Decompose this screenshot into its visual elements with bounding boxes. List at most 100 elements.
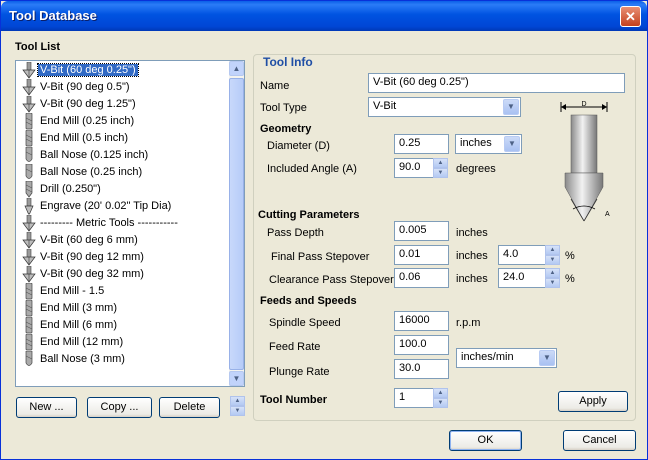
spin-down-icon[interactable]: ▼ xyxy=(545,278,560,288)
scroll-up-button[interactable]: ▲ xyxy=(229,61,244,76)
tool-list-item[interactable]: V-Bit (90 deg 0.5") xyxy=(18,78,230,96)
tool-list-item[interactable]: V-Bit (90 deg 32 mm) xyxy=(18,265,230,283)
scroll-thumb[interactable] xyxy=(229,78,244,370)
tool-list-item[interactable]: V-Bit (90 deg 12 mm) xyxy=(18,248,230,266)
clearance-pass-percent-spinner[interactable]: ▲ ▼ xyxy=(545,268,560,288)
title-bar[interactable]: Tool Database ✕ xyxy=(1,1,647,31)
tool-list-scrollbar[interactable]: ▲ ▼ xyxy=(229,61,244,386)
tool-list-item[interactable]: V-Bit (90 deg 1.25") xyxy=(18,95,230,113)
tool-list-item-label: V-Bit (60 deg 6 mm) xyxy=(40,234,138,246)
name-label: Name xyxy=(260,80,290,92)
rate-unit-value: inches/min xyxy=(461,351,514,363)
diameter-label: Diameter (D) xyxy=(267,140,330,152)
tool-type-label: Tool Type xyxy=(260,102,307,114)
tool-list-item[interactable]: V-Bit (60 deg 6 mm) xyxy=(18,231,230,249)
diagram-d-label: D xyxy=(581,101,586,108)
tool-info-label: Tool Info xyxy=(261,55,315,69)
pass-depth-unit: inches xyxy=(456,227,488,239)
tool-list-item-label: V-Bit (90 deg 0.5") xyxy=(40,81,130,93)
spin-up-icon[interactable]: ▲ xyxy=(433,388,448,398)
tool-list-item-label: --------- Metric Tools ----------- xyxy=(40,217,178,229)
diameter-unit-value: inches xyxy=(460,137,492,149)
tool-list-item[interactable]: V-Bit (60 deg 0.25") xyxy=(18,61,230,79)
tool-name-input[interactable]: V-Bit (60 deg 0.25") xyxy=(368,73,625,93)
new-tool-button[interactable]: New ... xyxy=(16,397,77,418)
tool-list-item-label: Drill (0.250") xyxy=(40,183,101,195)
tool-number-input[interactable]: 1 xyxy=(394,388,434,408)
diameter-unit-select[interactable]: inches ▼ xyxy=(455,134,522,154)
tool-list-item[interactable]: End Mill (12 mm) xyxy=(18,333,230,351)
apply-button[interactable]: Apply xyxy=(558,391,628,412)
tool-list[interactable]: V-Bit (60 deg 0.25") V-Bit (90 deg 0.5") V… xyxy=(15,60,245,387)
tool-list-item[interactable]: Engrave (20' 0.02" Tip Dia) xyxy=(18,197,230,215)
chevron-down-icon[interactable]: ▼ xyxy=(539,350,555,366)
included-angle-input[interactable]: 90.0 xyxy=(394,158,434,178)
clearance-pass-percent-sign: % xyxy=(565,273,575,285)
included-angle-spinner[interactable]: ▲ ▼ xyxy=(433,158,448,178)
window-title: Tool Database xyxy=(9,8,97,23)
rate-unit-select[interactable]: inches/min ▼ xyxy=(456,348,557,368)
cancel-button[interactable]: Cancel xyxy=(563,430,636,451)
tool-list-item[interactable]: Ball Nose (3 mm) xyxy=(18,350,230,371)
spin-down-icon[interactable]: ▼ xyxy=(433,398,448,408)
tool-type-value: V-Bit xyxy=(373,100,397,112)
chevron-down-icon[interactable]: ▼ xyxy=(503,99,519,115)
spin-up-icon[interactable]: ▲ xyxy=(545,268,560,278)
ok-button[interactable]: OK xyxy=(449,430,522,451)
tool-list-item[interactable]: End Mill (3 mm) xyxy=(18,299,230,317)
angle-unit-label: degrees xyxy=(456,163,496,175)
final-pass-percent-input[interactable]: 4.0 xyxy=(498,245,546,265)
feed-rate-input[interactable]: 100.0 xyxy=(394,335,449,355)
geometry-label: Geometry xyxy=(260,123,312,135)
v-bit-diagram: D A xyxy=(560,101,610,222)
tool-list-item[interactable]: End Mill (0.5 inch) xyxy=(18,129,230,147)
spindle-speed-unit: r.p.m xyxy=(456,317,481,329)
tool-list-item-label: End Mill (0.25 inch) xyxy=(40,115,135,127)
final-pass-stepover-input[interactable]: 0.01 xyxy=(394,245,449,265)
final-pass-percent-spinner[interactable]: ▲ ▼ xyxy=(545,245,560,265)
tool-list-item[interactable]: Ball Nose (0.125 inch) xyxy=(18,146,230,164)
tool-list-item[interactable]: Drill (0.250") xyxy=(18,180,230,198)
scroll-down-button[interactable]: ▼ xyxy=(229,371,244,386)
clearance-pass-stepover-unit: inches xyxy=(456,273,488,285)
tool-database-window: Tool Database ✕ Tool List V-Bit (60 deg … xyxy=(0,0,648,460)
plunge-rate-input[interactable]: 30.0 xyxy=(394,359,449,379)
tool-list-item[interactable]: End Mill (6 mm) xyxy=(18,316,230,334)
chevron-down-icon[interactable]: ▼ xyxy=(504,136,520,152)
tool-list-item-label: End Mill (6 mm) xyxy=(40,319,118,331)
ball-nose-icon xyxy=(22,350,36,371)
final-pass-percent-sign: % xyxy=(565,250,575,262)
clearance-pass-percent-input[interactable]: 24.0 xyxy=(498,268,546,288)
spin-down-icon[interactable]: ▼ xyxy=(545,255,560,265)
final-pass-stepover-unit: inches xyxy=(456,250,488,262)
feed-rate-label: Feed Rate xyxy=(269,341,321,353)
tool-list-item-label: End Mill (12 mm) xyxy=(40,336,124,348)
pass-depth-input[interactable]: 0.005 xyxy=(394,221,449,241)
included-angle-label: Included Angle (A) xyxy=(267,163,357,175)
tool-type-select[interactable]: V-Bit ▼ xyxy=(368,97,521,117)
tool-list-item[interactable]: --------- Metric Tools ----------- xyxy=(18,214,230,232)
cutting-parameters-label: Cutting Parameters xyxy=(258,209,360,221)
tool-list-item[interactable]: End Mill - 1.5 xyxy=(18,282,230,300)
close-button[interactable]: ✕ xyxy=(620,6,641,27)
copy-tool-button[interactable]: Copy ... xyxy=(87,397,152,418)
feeds-and-speeds-label: Feeds and Speeds xyxy=(260,295,357,307)
diameter-input[interactable]: 0.25 xyxy=(394,134,449,154)
spin-down-icon[interactable]: ▼ xyxy=(433,168,448,178)
move-down-icon[interactable]: ▼ xyxy=(230,406,245,416)
delete-tool-button[interactable]: Delete xyxy=(159,397,220,418)
plunge-rate-label: Plunge Rate xyxy=(269,366,330,378)
tool-list-item-label: V-Bit (90 deg 12 mm) xyxy=(40,251,144,263)
tool-list-item-label: End Mill (0.5 inch) xyxy=(40,132,129,144)
final-pass-stepover-label: Final Pass Stepover xyxy=(271,251,370,263)
clearance-pass-stepover-input[interactable]: 0.06 xyxy=(394,268,449,288)
spindle-speed-input[interactable]: 16000 xyxy=(394,311,449,331)
tool-list-item-label: Ball Nose (3 mm) xyxy=(40,353,125,365)
tool-number-spinner[interactable]: ▲ ▼ xyxy=(433,388,448,408)
tool-list-item[interactable]: End Mill (0.25 inch) xyxy=(18,112,230,130)
tool-list-item[interactable]: Ball Nose (0.25 inch) xyxy=(18,163,230,181)
reorder-tool-spinner[interactable]: ▲ ▼ xyxy=(230,396,245,416)
spin-up-icon[interactable]: ▲ xyxy=(545,245,560,255)
spin-up-icon[interactable]: ▲ xyxy=(433,158,448,168)
move-up-icon[interactable]: ▲ xyxy=(230,396,245,406)
